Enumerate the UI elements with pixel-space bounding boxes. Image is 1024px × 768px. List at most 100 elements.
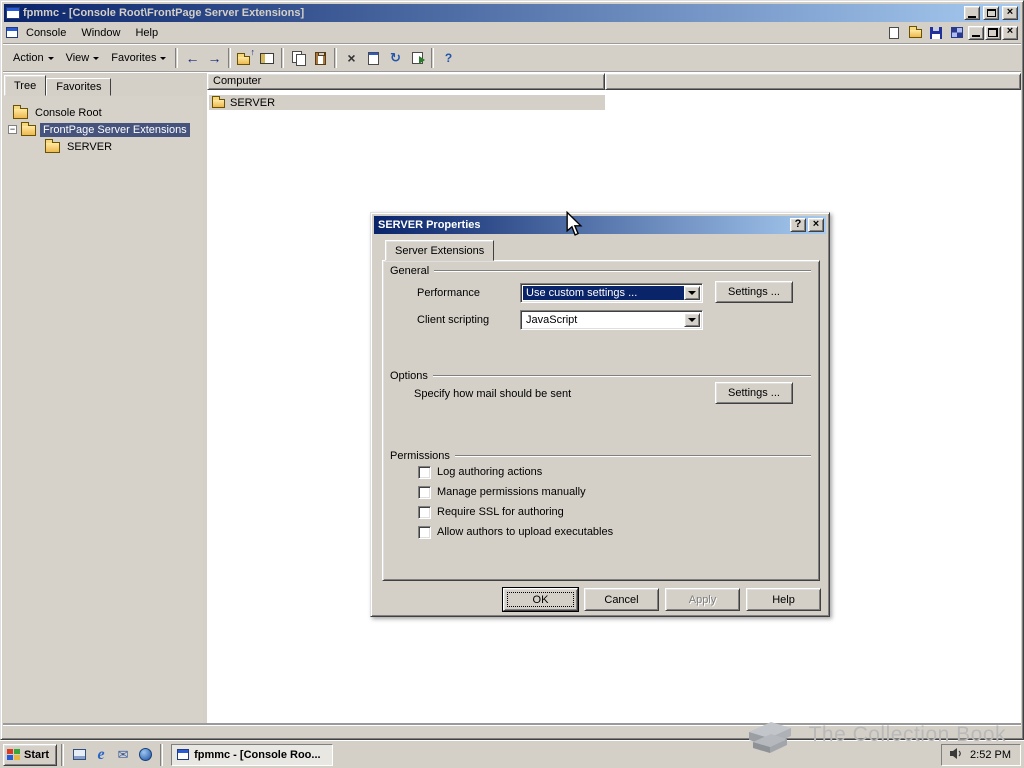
action-menu[interactable]: Action xyxy=(7,49,60,67)
minimize-button[interactable] xyxy=(964,6,980,20)
child-restore-button[interactable] xyxy=(985,25,1001,40)
refresh-button[interactable]: ↻ xyxy=(384,47,406,69)
checkbox-log-authoring-actions[interactable]: Log authoring actions xyxy=(418,465,542,479)
checkbox-allow-authors-upload-executables[interactable]: Allow authors to upload executables xyxy=(418,525,613,539)
properties-icon xyxy=(367,51,379,65)
dropdown-arrow-button[interactable] xyxy=(684,286,700,300)
window-grid-icon xyxy=(951,27,963,38)
checkbox-require-ssl-for-authoring[interactable]: Require SSL for authoring xyxy=(418,505,564,519)
collapse-icon[interactable]: − xyxy=(8,125,17,134)
tree-item-server[interactable]: SERVER xyxy=(3,138,203,155)
show-desktop-button[interactable] xyxy=(68,744,90,766)
help-icon: ? xyxy=(444,51,453,65)
paste-button[interactable] xyxy=(309,47,331,69)
maximize-button[interactable] xyxy=(983,6,999,20)
copy-button[interactable] xyxy=(287,47,309,69)
help-button[interactable]: ? xyxy=(437,47,459,69)
toolbar-separator xyxy=(281,48,285,68)
up-one-level-button[interactable]: ↑ xyxy=(234,47,256,69)
list-header: Computer xyxy=(207,73,1021,90)
start-button[interactable]: Start xyxy=(3,743,58,766)
tab-favorites[interactable]: Favorites xyxy=(46,78,112,96)
tree-item-console-root[interactable]: Console Root xyxy=(3,104,203,121)
forward-button[interactable]: → xyxy=(203,47,225,69)
internet-explorer-button[interactable]: e xyxy=(90,744,112,766)
internet-explorer-icon: e xyxy=(97,745,105,763)
delete-button[interactable]: × xyxy=(340,47,362,69)
dialog-help-button[interactable]: Help xyxy=(746,588,821,611)
ok-button[interactable]: OK xyxy=(503,588,578,611)
folder-icon xyxy=(21,122,36,136)
mail-label: Specify how mail should be sent xyxy=(414,388,572,400)
system-tray: 2:52 PM xyxy=(941,743,1021,766)
list-body: SERVER xyxy=(207,90,1021,115)
toolbar-separator xyxy=(431,48,435,68)
dropdown-arrow-icon xyxy=(47,57,54,63)
globe-icon xyxy=(138,748,152,761)
export-list-icon xyxy=(411,52,425,64)
tab-server-extensions[interactable]: Server Extensions xyxy=(385,240,495,261)
taskbar-button-fpmmc[interactable]: fpmmc - [Console Roo... xyxy=(171,743,334,766)
toolbar-separator xyxy=(334,48,338,68)
internet-globe-button[interactable] xyxy=(134,744,156,766)
taskbar: Start e ✉ fpmmc - [Console Roo... 2:52 P… xyxy=(0,740,1024,768)
dialog-titlebar[interactable]: SERVER Properties ? × xyxy=(374,216,826,234)
performance-settings-button[interactable]: Settings ... xyxy=(715,281,793,303)
copy-icon xyxy=(291,51,306,66)
checkbox-box[interactable] xyxy=(418,485,431,499)
checkbox-box[interactable] xyxy=(418,465,431,479)
new-window-button[interactable] xyxy=(947,24,967,41)
group-general: General xyxy=(390,264,811,277)
menu-console[interactable]: Console xyxy=(19,25,73,41)
client-scripting-label: Client scripting xyxy=(417,314,490,326)
export-list-button[interactable] xyxy=(406,47,428,69)
apply-button[interactable]: Apply xyxy=(665,588,740,611)
group-options: Options xyxy=(390,369,811,382)
status-bar xyxy=(3,725,1021,737)
checkbox-box[interactable] xyxy=(418,505,431,519)
show-desktop-icon xyxy=(72,749,86,760)
dialog-title: SERVER Properties xyxy=(378,219,481,231)
tab-tree[interactable]: Tree xyxy=(4,75,47,96)
menu-window[interactable]: Window xyxy=(74,25,127,41)
delete-icon: × xyxy=(347,50,356,66)
chevron-down-icon xyxy=(688,291,696,299)
view-menu[interactable]: View xyxy=(60,49,106,67)
performance-combobox[interactable]: Use custom settings ... xyxy=(520,283,703,303)
dropdown-arrow-button[interactable] xyxy=(684,313,700,327)
outlook-express-button[interactable]: ✉ xyxy=(112,744,134,766)
mail-settings-button[interactable]: Settings ... xyxy=(715,382,793,404)
list-item-server[interactable]: SERVER xyxy=(209,95,605,110)
window-title: fpmmc - [Console Root\FrontPage Server E… xyxy=(23,7,305,19)
save-icon xyxy=(930,26,942,39)
open-console-button[interactable] xyxy=(905,24,925,41)
dialog-close-button[interactable]: × xyxy=(808,218,824,232)
app-icon xyxy=(6,7,20,19)
back-button[interactable]: ← xyxy=(181,47,203,69)
show-hide-tree-button[interactable] xyxy=(256,47,278,69)
tree-item-frontpage-server-extensions[interactable]: − FrontPage Server Extensions xyxy=(3,121,203,138)
cancel-button[interactable]: Cancel xyxy=(584,588,659,611)
taskbar-clock: 2:52 PM xyxy=(970,748,1011,761)
child-minimize-button[interactable] xyxy=(968,25,984,40)
column-header-computer[interactable]: Computer xyxy=(207,73,605,90)
save-console-button[interactable] xyxy=(926,24,946,41)
new-console-button[interactable] xyxy=(884,24,904,41)
window-titlebar[interactable]: fpmmc - [Console Root\FrontPage Server E… xyxy=(4,4,1020,22)
mail-icon: ✉ xyxy=(117,747,129,762)
menu-help[interactable]: Help xyxy=(128,25,165,41)
favorites-menu[interactable]: Favorites xyxy=(105,49,172,67)
up-folder-icon: ↑ xyxy=(236,47,255,65)
console-tree-icon xyxy=(260,52,275,64)
volume-button[interactable] xyxy=(949,747,964,763)
close-button[interactable]: × xyxy=(1002,6,1018,20)
checkbox-manage-permissions-manually[interactable]: Manage permissions manually xyxy=(418,485,586,499)
child-close-button[interactable]: × xyxy=(1002,25,1018,40)
forward-icon: → xyxy=(207,50,222,66)
chevron-down-icon xyxy=(688,318,696,326)
client-scripting-combobox[interactable]: JavaScript xyxy=(520,310,703,330)
dialog-context-help-button[interactable]: ? xyxy=(790,218,806,232)
properties-button[interactable] xyxy=(362,47,384,69)
checkbox-box[interactable] xyxy=(418,525,431,539)
mmc-icon xyxy=(177,749,190,760)
